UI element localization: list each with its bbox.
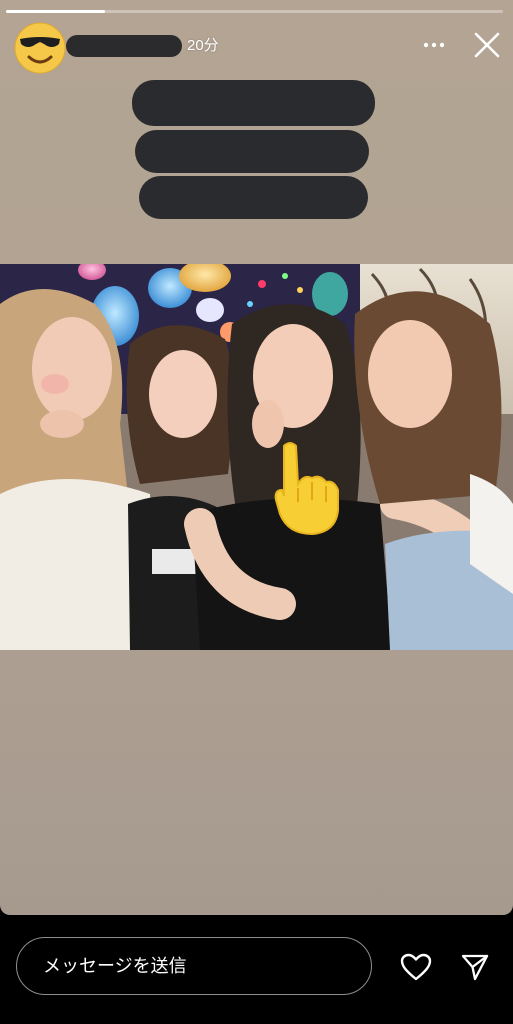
caption-redacted-line-2 [135,130,369,173]
send-button[interactable] [456,948,494,986]
group-selfie-image [0,264,513,650]
story-progress-fill [6,10,106,13]
story-viewer[interactable]: 20分 [0,0,513,915]
caption-redacted-line-1 [132,80,375,126]
story-photo[interactable] [0,264,513,650]
more-horizontal-icon [423,42,445,48]
message-input-placeholder: メッセージを送信 [43,956,187,976]
post-time: 20分 [187,37,219,54]
heart-icon [400,953,432,981]
close-button[interactable] [470,28,504,62]
send-icon [461,954,489,981]
sunglasses-emoji-icon[interactable] [14,22,66,74]
caption-redacted-line-3 [139,176,368,219]
more-options-button[interactable] [418,30,450,60]
pointing-hand-emoji-icon [270,440,342,536]
story-progress-bar [6,10,503,13]
close-icon [474,32,500,58]
username-redacted[interactable] [66,35,182,57]
message-input[interactable]: メッセージを送信 [16,937,372,995]
like-button[interactable] [396,948,436,986]
